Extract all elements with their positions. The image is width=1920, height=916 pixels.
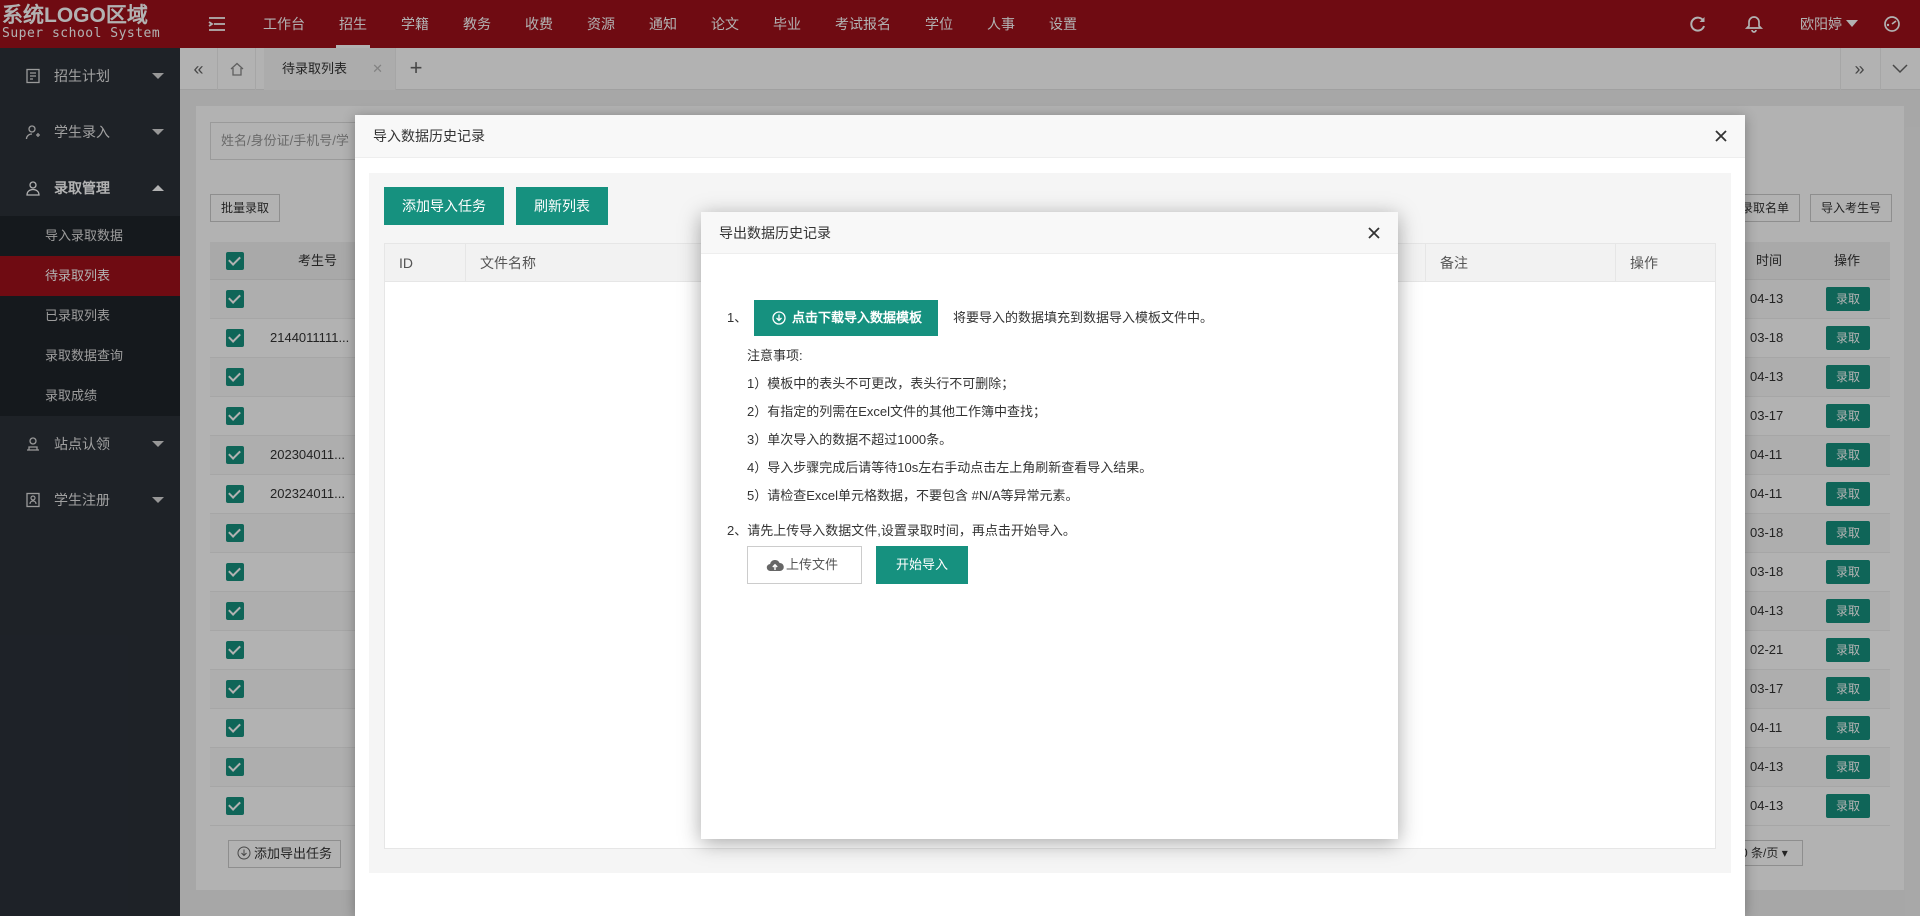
note-item: 3）单次导入的数据不超过1000条。 (747, 432, 953, 447)
dialog-title: 导入数据历史记录 (373, 128, 485, 144)
add-import-task-button[interactable]: 添加导入任务 (384, 187, 504, 225)
start-import-button[interactable]: 开始导入 (876, 546, 968, 584)
step-number: 1、 (727, 310, 748, 325)
dialog-header: 导出数据历史记录 (701, 212, 1398, 254)
col-remark: 备注 (1425, 244, 1468, 282)
refresh-list-button[interactable]: 刷新列表 (516, 187, 608, 225)
upload-file-label: 上传文件 (786, 557, 839, 572)
dialog-header: 导入数据历史记录 (355, 115, 1745, 158)
upload-file-button[interactable]: 上传文件 (747, 546, 862, 584)
close-icon[interactable] (1366, 225, 1382, 241)
download-icon (772, 311, 786, 325)
col-file-name: 文件名称 (465, 244, 536, 282)
note-item: 4）导入步骤完成后请等待10s左右手动点击左上角刷新查看导入结果。 (747, 460, 1153, 475)
cloud-upload-icon (766, 559, 784, 572)
step-2-text: 2、请先上传导入数据文件,设置录取时间，再点击开始导入。 (727, 523, 1076, 538)
upload-row: 上传文件 开始导入 (727, 546, 1377, 586)
note-item: 5）请检查Excel单元格数据，不要包含 #N/A等异常元素。 (747, 488, 1079, 503)
close-icon[interactable] (1713, 128, 1729, 144)
export-history-dialog: 导出数据历史记录 1、 点击下载导入数据模板 将要导入的数据填充到数据导入模板文… (701, 212, 1398, 839)
col-action: 操作 (1615, 244, 1658, 282)
step-1-text: 将要导入的数据填充到数据导入模板文件中。 (953, 310, 1214, 325)
dialog-title: 导出数据历史记录 (719, 225, 831, 241)
notes-title: 注意事项: (747, 348, 803, 363)
download-template-label: 点击下载导入数据模板 (792, 310, 923, 325)
note-item: 1）模板中的表头不可更改，表头行不可删除； (747, 376, 1015, 391)
download-template-button[interactable]: 点击下载导入数据模板 (754, 300, 939, 336)
step-1: 1、 点击下载导入数据模板 将要导入的数据填充到数据导入模板文件中。 (727, 300, 1377, 336)
note-item: 2）有指定的列需在Excel文件的其他工作簿中查找； (747, 404, 1047, 419)
dialog-body: 1、 点击下载导入数据模板 将要导入的数据填充到数据导入模板文件中。 注意事项:… (727, 300, 1377, 586)
col-id: ID (399, 255, 413, 271)
